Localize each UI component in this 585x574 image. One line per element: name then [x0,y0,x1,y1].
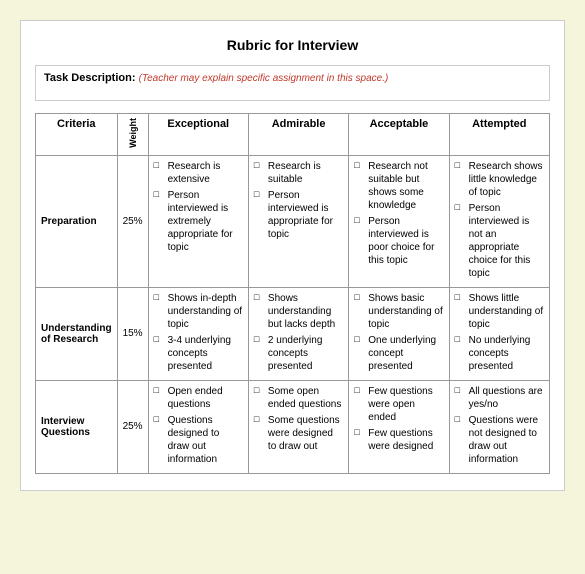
header-exceptional: Exceptional [148,114,248,156]
task-placeholder: (Teacher may explain specific assignment… [139,73,389,84]
acceptable-cell: Few questions were open ended Few questio… [349,380,449,473]
list-item: One underlying concept presented [354,334,443,373]
list-item: No underlying concepts presented [455,334,544,373]
admirable-cell: Some open ended questions Some questions … [248,380,348,473]
list-item: 3-4 underlying concepts presented [154,334,243,373]
list-item: Few questions were designed [354,427,443,453]
list-item: Research is extensive [154,160,243,186]
header-attempted: Attempted [449,114,549,156]
weight-cell: 25% [117,155,148,287]
list-item: Questions designed to draw out informati… [154,414,243,466]
criteria-cell: Interview Questions [36,380,118,473]
list-item: Some open ended questions [254,385,343,411]
criteria-cell: Preparation [36,155,118,287]
list-item: 2 underlying concepts presented [254,334,343,373]
header-weight: Weight [117,114,148,156]
rubric-table: Criteria Weight Exceptional Admirable Ac… [35,113,550,474]
task-description: Task Description: (Teacher may explain s… [35,65,550,101]
header-admirable: Admirable [248,114,348,156]
list-item: Person interviewed is not an appropriate… [455,202,544,280]
list-item: Few questions were open ended [354,385,443,424]
list-item: Research is suitable [254,160,343,186]
attempted-cell: Research shows little knowledge of topic… [449,155,549,287]
page-title: Rubric for Interview [35,37,550,53]
list-item: Some questions were designed to draw out [254,414,343,453]
weight-cell: 15% [117,287,148,380]
list-item: Shows little understanding of topic [455,292,544,331]
list-item: Shows understanding but lacks depth [254,292,343,331]
criteria-cell: Understanding of Research [36,287,118,380]
exceptional-cell: Shows in-depth understanding of topic3-4… [148,287,248,380]
list-item: All questions are yes/no [455,385,544,411]
task-label: Task Description: [44,72,136,84]
attempted-cell: Shows little understanding of topicNo un… [449,287,549,380]
attempted-cell: All questions are yes/no Questions were n… [449,380,549,473]
exceptional-cell: Research is extensive Person interviewed … [148,155,248,287]
list-item: Shows in-depth understanding of topic [154,292,243,331]
rubric-page: Rubric for Interview Task Description: (… [20,20,565,491]
header-criteria: Criteria [36,114,118,156]
acceptable-cell: Shows basic understanding of topicOne un… [349,287,449,380]
weight-cell: 25% [117,380,148,473]
table-row: Preparation25%Research is extensive Perso… [36,155,550,287]
list-item: Person interviewed is extremely appropri… [154,189,243,254]
list-item: Questions were not designed to draw out … [455,414,544,466]
list-item: Open ended questions [154,385,243,411]
table-header-row: Criteria Weight Exceptional Admirable Ac… [36,114,550,156]
list-item: Research not suitable but shows some kno… [354,160,443,212]
admirable-cell: Shows understanding but lacks depth2 und… [248,287,348,380]
admirable-cell: Research is suitable Person interviewed i… [248,155,348,287]
header-acceptable: Acceptable [349,114,449,156]
list-item: Person interviewed is poor choice for th… [354,215,443,267]
list-item: Shows basic understanding of topic [354,292,443,331]
acceptable-cell: Research not suitable but shows some kno… [349,155,449,287]
list-item: Research shows little knowledge of topic [455,160,544,199]
table-row: Interview Questions25%Open ended questio… [36,380,550,473]
exceptional-cell: Open ended questions Questions designed t… [148,380,248,473]
list-item: Person interviewed is appropriate for to… [254,189,343,241]
table-row: Understanding of Research15%Shows in-dep… [36,287,550,380]
